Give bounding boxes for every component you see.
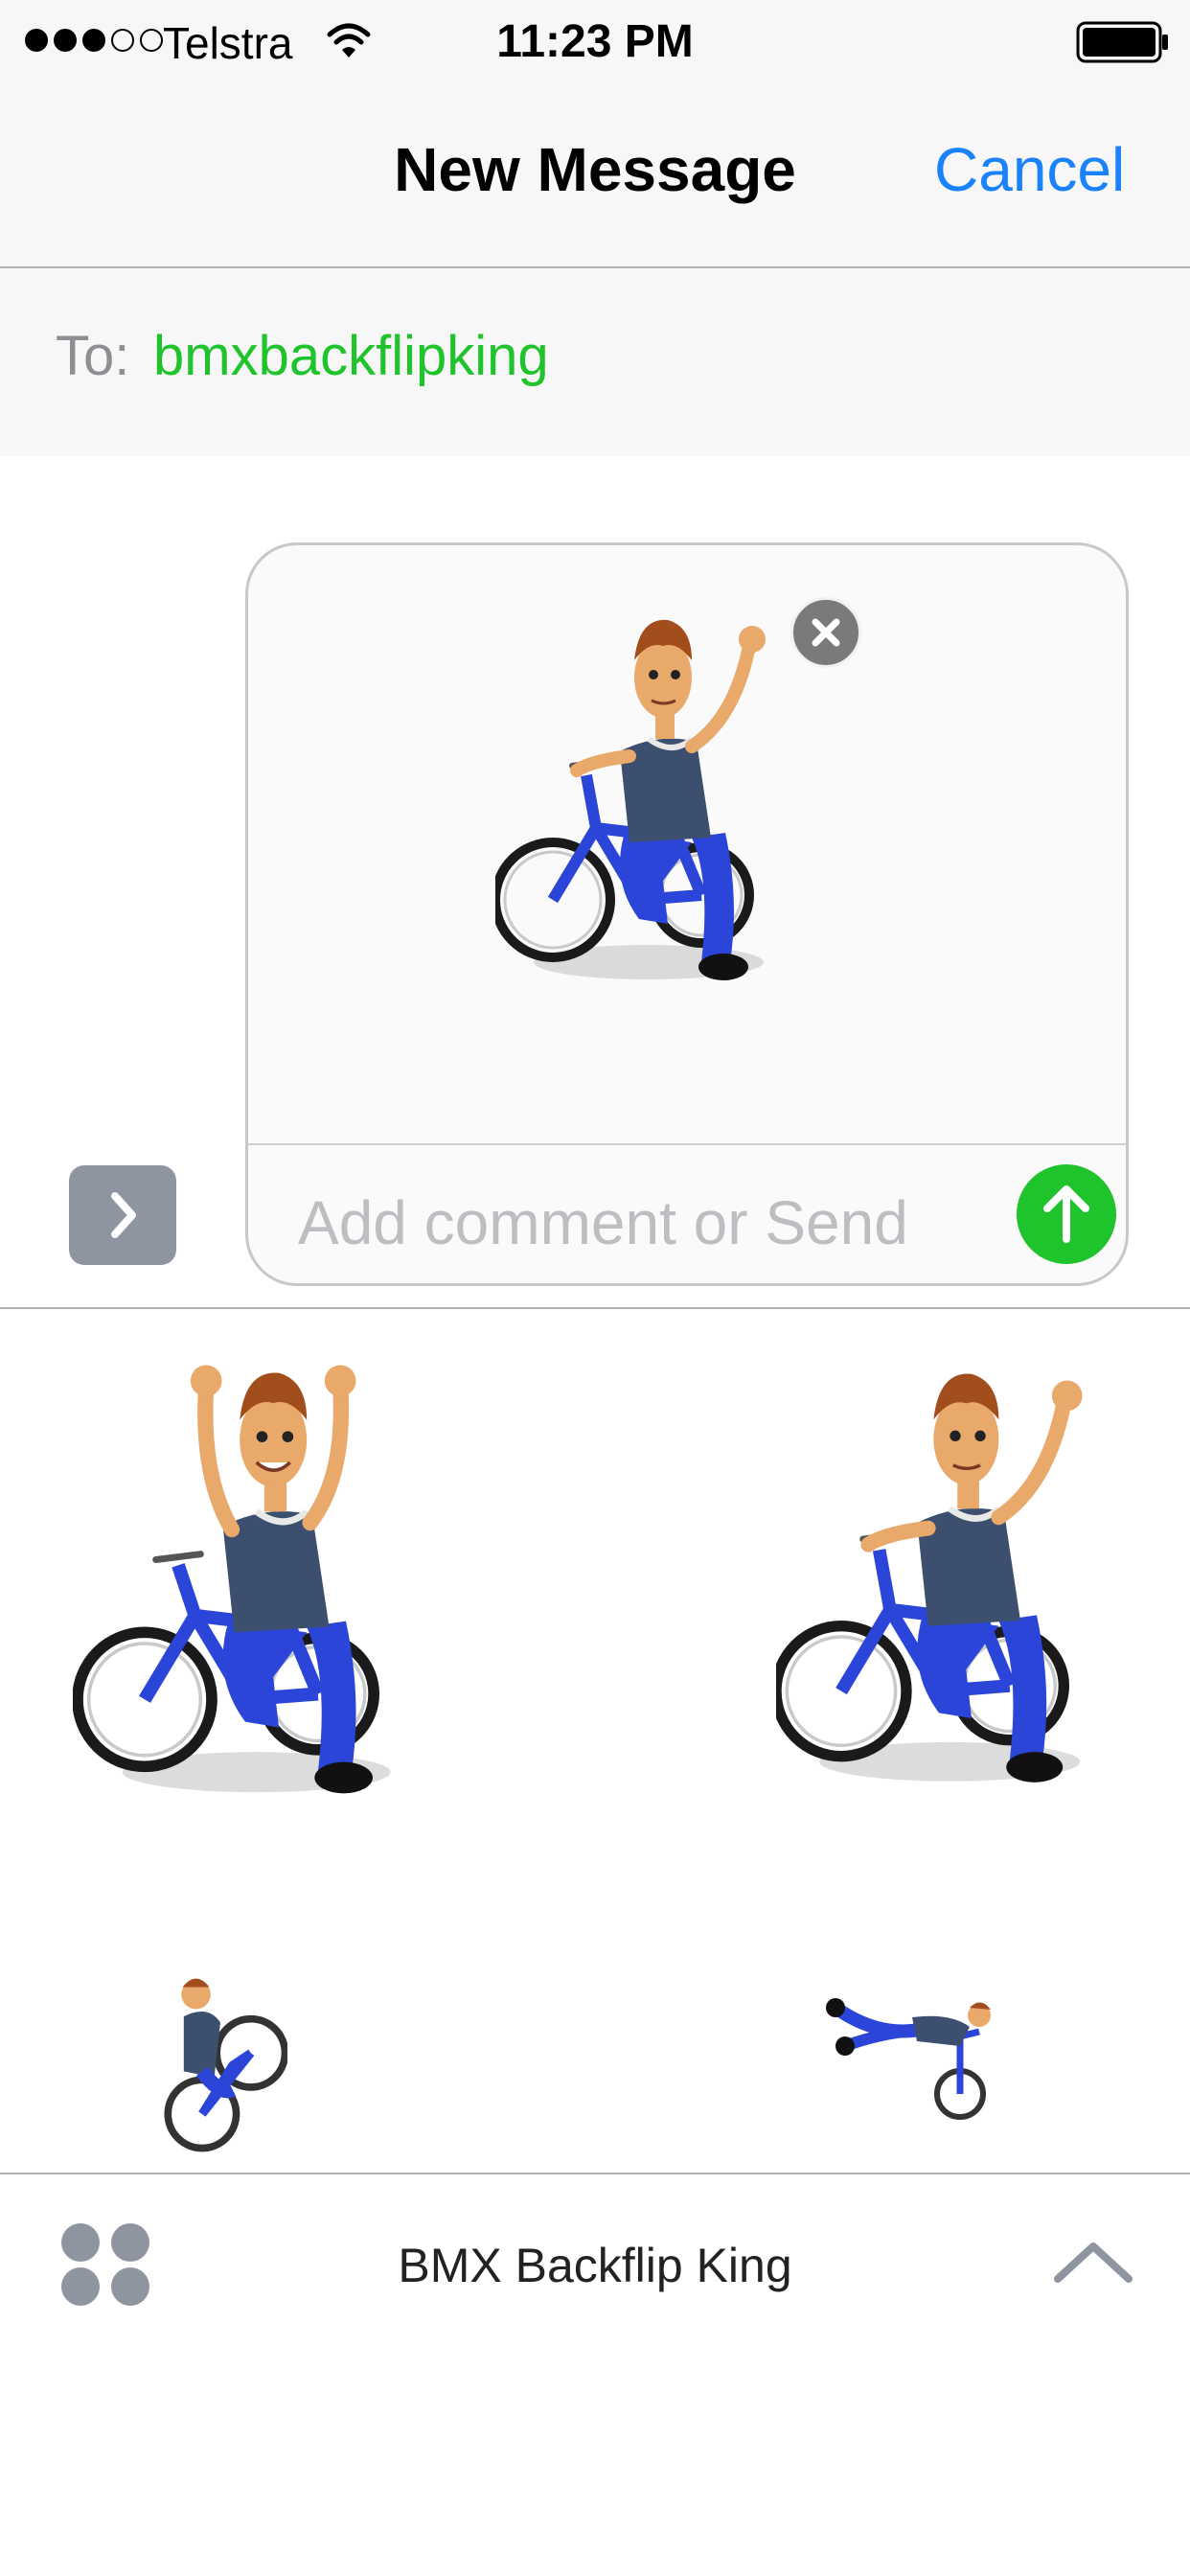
selected-sticker xyxy=(495,593,783,996)
recipient-value[interactable]: bmxbackflipking xyxy=(153,324,549,388)
close-icon xyxy=(812,618,840,647)
drawer-separator xyxy=(0,1307,1190,1309)
arrow-up-icon xyxy=(1043,1185,1089,1243)
cheering-on-bike-sticker[interactable] xyxy=(73,1342,418,1811)
cancel-button[interactable]: Cancel xyxy=(934,134,1125,205)
comment-input[interactable]: Add comment or Send xyxy=(298,1187,908,1258)
chevron-up-icon[interactable] xyxy=(1052,2239,1134,2285)
chevron-right-icon xyxy=(111,1192,136,1238)
send-button[interactable] xyxy=(1017,1164,1116,1264)
compose-bubble: Add comment or Send xyxy=(245,542,1129,1286)
bubble-divider xyxy=(248,1143,1126,1145)
recipient-label: To: xyxy=(56,325,130,387)
bottom-bar-divider xyxy=(0,2173,1190,2174)
status-time: 11:23 PM xyxy=(496,16,694,67)
app-name: BMX Backflip King xyxy=(398,2239,792,2292)
waving-on-bike-sticker[interactable] xyxy=(776,1342,1102,1802)
battery-icon xyxy=(1076,21,1168,63)
superman-trick-sticker[interactable] xyxy=(826,1965,998,2147)
expand-apps-button[interactable] xyxy=(69,1165,176,1265)
wheelie-sticker[interactable] xyxy=(153,1955,287,2175)
remove-sticker-button[interactable] xyxy=(790,597,861,668)
